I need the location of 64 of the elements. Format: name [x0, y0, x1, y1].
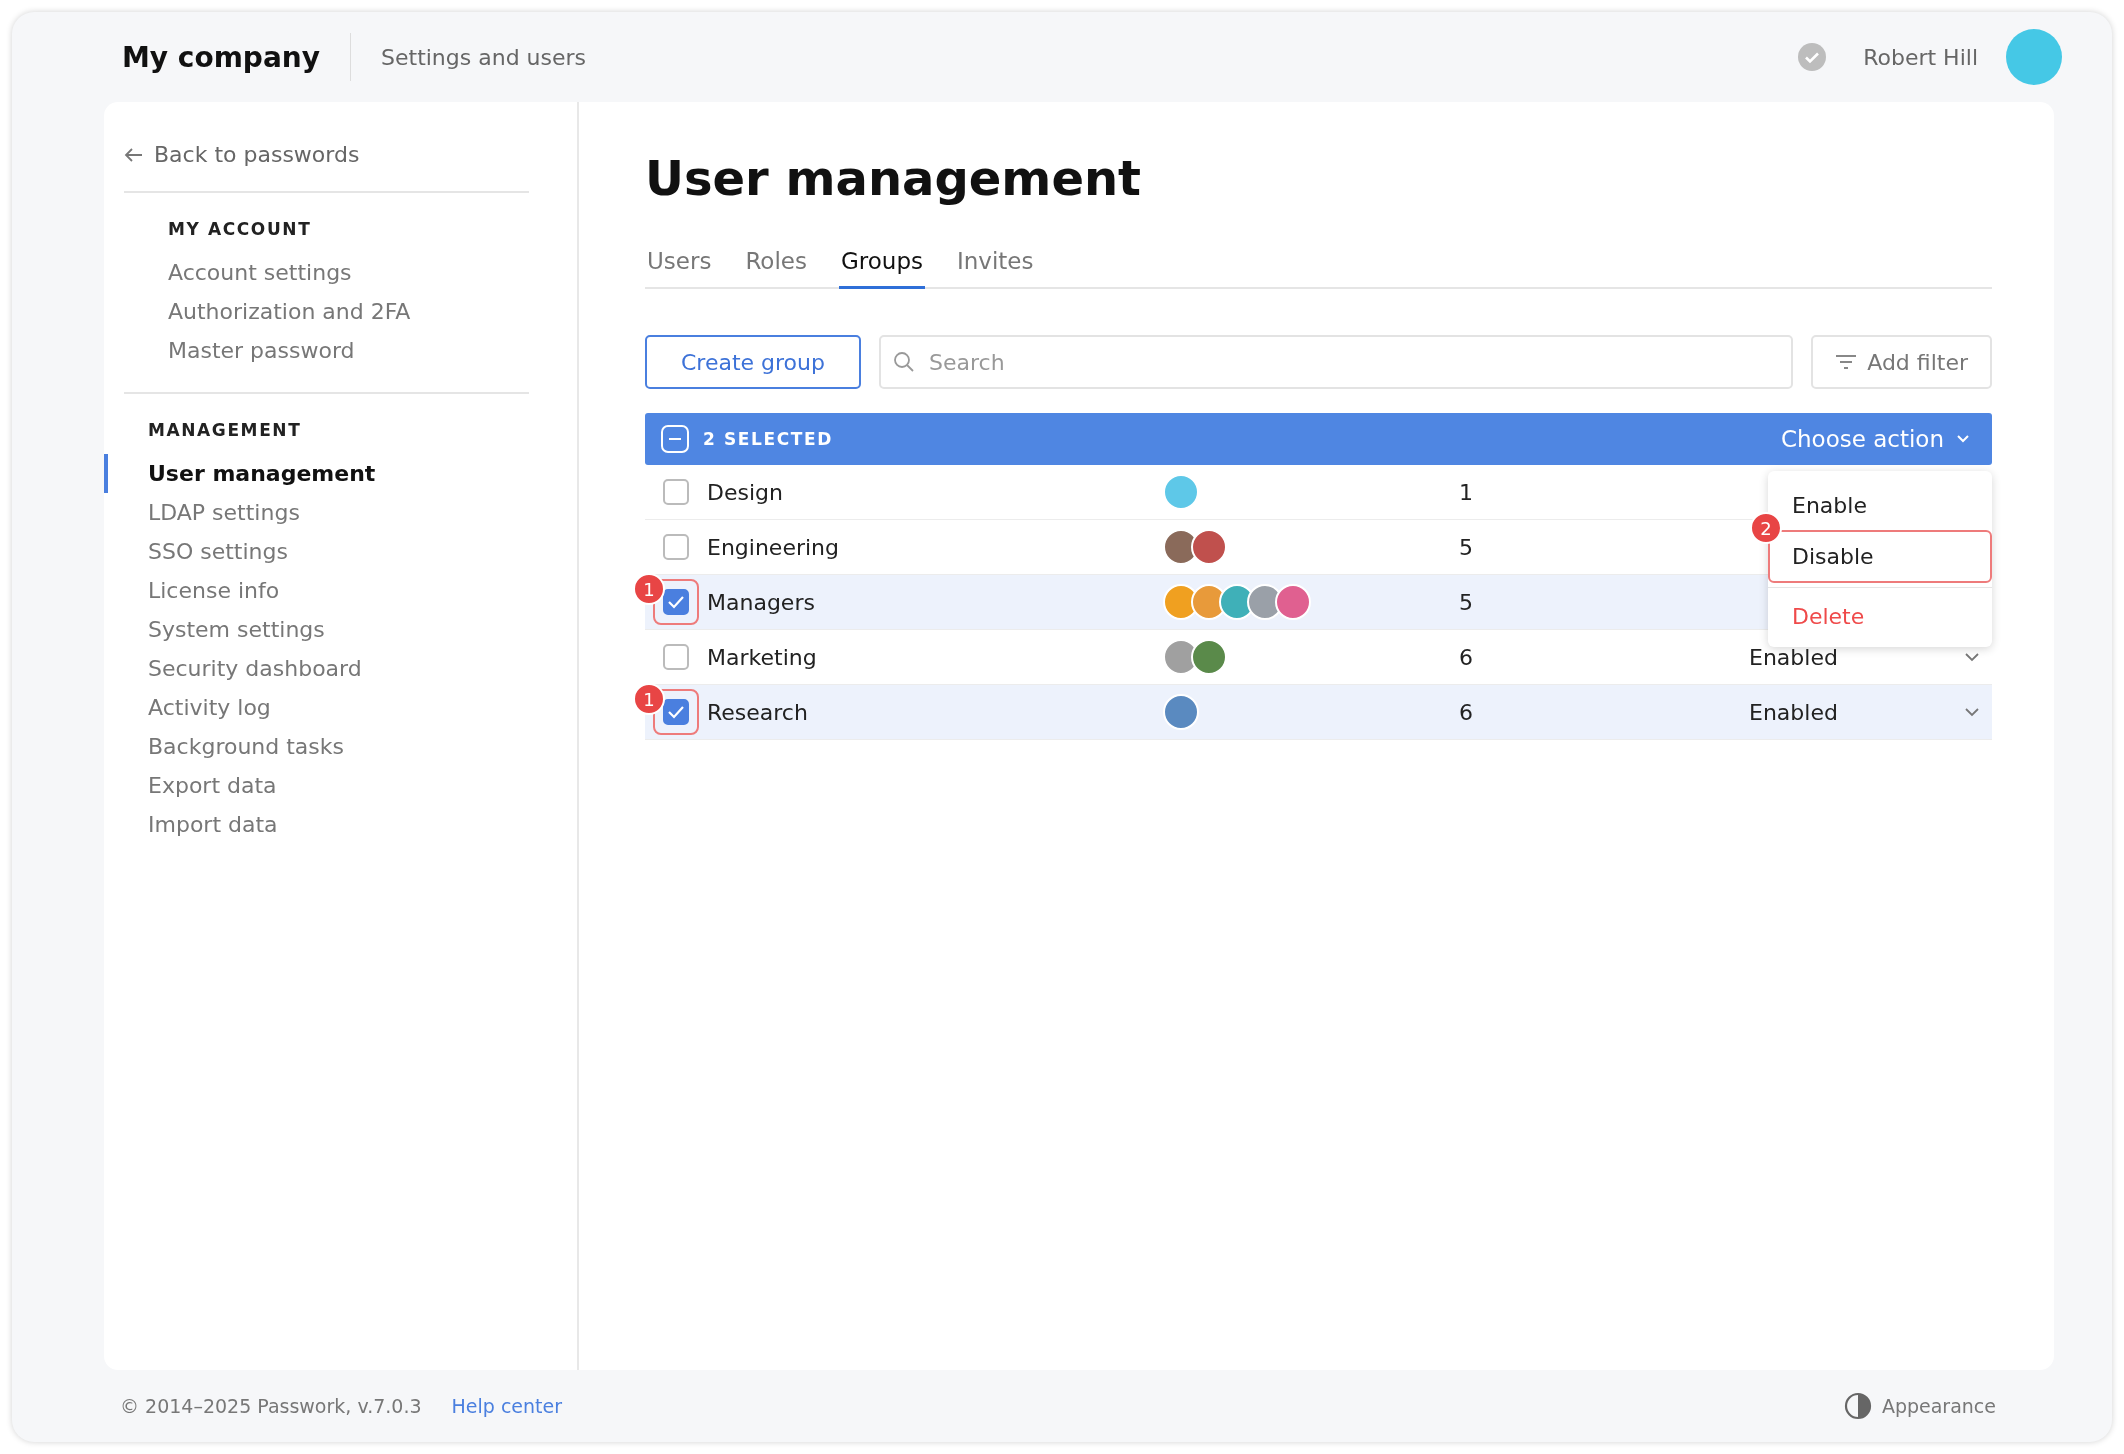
section-heading: MY ACCOUNT: [168, 219, 313, 239]
sidebar-item[interactable]: Authorization and 2FA: [124, 292, 529, 331]
check-circle-icon: [1797, 42, 1828, 72]
step-badge: 2: [1750, 512, 1782, 544]
sidebar-item[interactable]: Activity log: [104, 688, 529, 727]
user-avatar[interactable]: [2006, 29, 2062, 85]
tab[interactable]: Roles: [743, 242, 809, 289]
check-icon: [667, 595, 685, 609]
search-field[interactable]: Search: [879, 335, 1794, 389]
sidebar-item[interactable]: System settings: [104, 610, 529, 649]
company-name: My company: [122, 40, 320, 74]
step-badge: 1: [633, 683, 665, 715]
sidebar-item[interactable]: Export data: [104, 766, 529, 805]
selected-count: 2 SELECTED: [703, 429, 833, 449]
group-name: Managers: [707, 589, 816, 615]
appearance-button[interactable]: Appearance: [1837, 1391, 2002, 1421]
group-name: Research: [707, 699, 809, 725]
contrast-icon: [1843, 1392, 1872, 1420]
filter-icon: [1835, 354, 1858, 370]
help-center-link[interactable]: Help center: [451, 1395, 563, 1417]
deselect-icon[interactable]: [661, 425, 689, 453]
status-value: Enabled: [1749, 699, 1838, 725]
group-name: Marketing: [707, 644, 818, 670]
group-name: Design: [707, 479, 784, 505]
chevron-down-icon: [1956, 434, 1970, 444]
sidebar-item[interactable]: Account settings: [124, 253, 529, 292]
checkbox[interactable]: [663, 699, 689, 725]
status-value: Enabled: [1749, 644, 1838, 670]
create-group-button[interactable]: Create group: [645, 335, 861, 389]
checkbox[interactable]: [663, 589, 689, 615]
tab[interactable]: Users: [645, 242, 714, 289]
sidebar-item[interactable]: Master password: [124, 331, 529, 370]
sidebar-item[interactable]: Security dashboard: [104, 649, 529, 688]
check-icon: [667, 705, 685, 719]
back-link[interactable]: Back to passwords: [124, 142, 529, 193]
add-filter-button[interactable]: Add filter: [1811, 335, 1992, 389]
sidebar-item[interactable]: License info: [104, 571, 529, 610]
sidebar-item[interactable]: User management: [104, 454, 529, 493]
tab[interactable]: Groups: [838, 242, 925, 289]
step-badge: 1: [633, 573, 665, 605]
member-count: 5: [1459, 534, 1474, 560]
checkbox[interactable]: [663, 479, 689, 505]
sidebar-item[interactable]: Import data: [104, 805, 529, 844]
choose-action-button[interactable]: Choose action: [1774, 425, 1976, 453]
chevron-down-icon[interactable]: [1964, 707, 1980, 717]
checkbox[interactable]: [663, 644, 689, 670]
section-heading: MANAGEMENT: [148, 420, 303, 440]
user-name: Robert Hill: [1863, 44, 1978, 70]
page-title: User management: [645, 150, 1143, 206]
arrow-left-icon: [124, 146, 144, 163]
section-title: Settings and users: [381, 44, 587, 70]
member-count: 1: [1459, 479, 1474, 505]
member-count: 6: [1459, 644, 1474, 670]
sidebar-item[interactable]: SSO settings: [104, 532, 529, 571]
copyright-text: © 2014–2025 Passwork, v.7.0.3: [120, 1395, 422, 1417]
search-icon: [893, 351, 915, 373]
chevron-down-icon[interactable]: [1964, 652, 1980, 662]
sidebar-item[interactable]: LDAP settings: [104, 493, 529, 532]
group-name: Engineering: [707, 534, 840, 560]
tab[interactable]: Invites: [955, 242, 1036, 289]
sidebar-item[interactable]: Background tasks: [104, 727, 529, 766]
member-count: 5: [1459, 589, 1474, 615]
checkbox[interactable]: [663, 534, 689, 560]
member-count: 6: [1459, 699, 1474, 725]
